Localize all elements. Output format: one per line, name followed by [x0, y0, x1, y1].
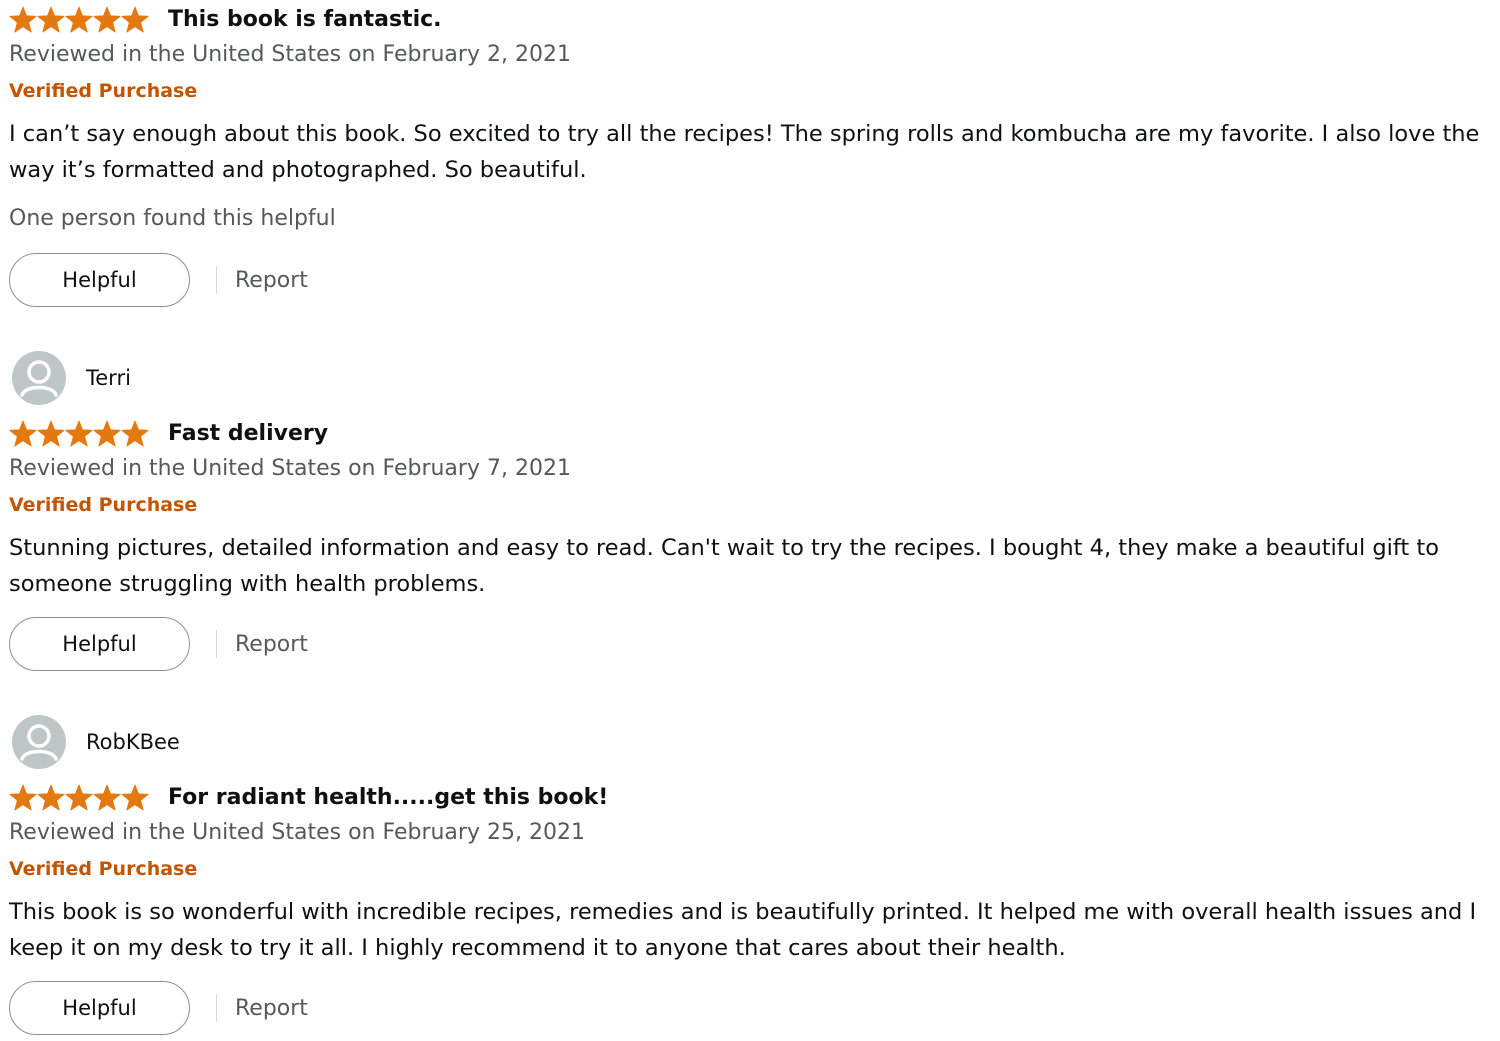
star-icon — [93, 784, 121, 810]
action-divider — [216, 266, 217, 294]
helpful-count: One person found this helpful — [9, 206, 336, 231]
star-icon — [9, 784, 37, 810]
star-icon — [37, 784, 65, 810]
review-body: This book is so wonderful with incredibl… — [9, 899, 1477, 961]
verified-purchase-badge: Verified Purchase — [9, 80, 198, 102]
review-date: Reviewed in the United States on Februar… — [9, 456, 571, 481]
verified-purchase-badge: Verified Purchase — [9, 494, 198, 516]
report-link[interactable]: Report — [235, 632, 308, 657]
avatar[interactable] — [12, 715, 66, 769]
reviewer-profile[interactable]: RobKBee — [12, 715, 180, 769]
star-icon — [65, 6, 93, 32]
star-icon — [93, 420, 121, 446]
review-body: Stunning pictures, detailed information … — [9, 535, 1439, 597]
review-date: Reviewed in the United States on Februar… — [9, 42, 571, 67]
helpful-button[interactable]: Helpful — [9, 253, 190, 307]
reviewer-name[interactable]: Terri — [86, 366, 131, 390]
star-icon — [121, 420, 149, 446]
helpful-button[interactable]: Helpful — [9, 617, 190, 671]
star-rating[interactable] — [9, 784, 151, 811]
review-title[interactable]: This book is fantastic. — [168, 7, 442, 32]
star-icon — [65, 420, 93, 446]
star-icon — [121, 6, 149, 32]
user-icon — [20, 724, 58, 761]
review-header: For radiant health.....get this book! — [9, 782, 608, 812]
review-date: Reviewed in the United States on Februar… — [9, 820, 585, 845]
star-icon — [121, 784, 149, 810]
review-actions: Helpful Report — [9, 615, 308, 673]
report-link[interactable]: Report — [235, 268, 308, 293]
user-icon — [20, 360, 58, 397]
star-icon — [9, 420, 37, 446]
action-divider — [216, 994, 217, 1022]
star-icon — [37, 6, 65, 32]
review-title[interactable]: Fast delivery — [168, 421, 328, 446]
review-header: Fast delivery — [9, 418, 328, 448]
helpful-button[interactable]: Helpful — [9, 981, 190, 1035]
star-rating[interactable] — [9, 420, 151, 447]
star-icon — [93, 6, 121, 32]
star-icon — [9, 6, 37, 32]
reviewer-name[interactable]: RobKBee — [86, 730, 180, 754]
verified-purchase-badge: Verified Purchase — [9, 858, 198, 880]
action-divider — [216, 630, 217, 658]
star-icon — [65, 784, 93, 810]
report-link[interactable]: Report — [235, 996, 308, 1021]
star-icon — [37, 420, 65, 446]
review-header: This book is fantastic. — [9, 4, 442, 34]
star-rating[interactable] — [9, 6, 151, 33]
review-actions: Helpful Report — [9, 251, 308, 309]
avatar[interactable] — [12, 351, 66, 405]
review-body: I can’t say enough about this book. So e… — [9, 121, 1480, 183]
reviewer-profile[interactable]: Terri — [12, 351, 131, 405]
review-actions: Helpful Report — [9, 979, 308, 1037]
review-title[interactable]: For radiant health.....get this book! — [168, 785, 608, 810]
